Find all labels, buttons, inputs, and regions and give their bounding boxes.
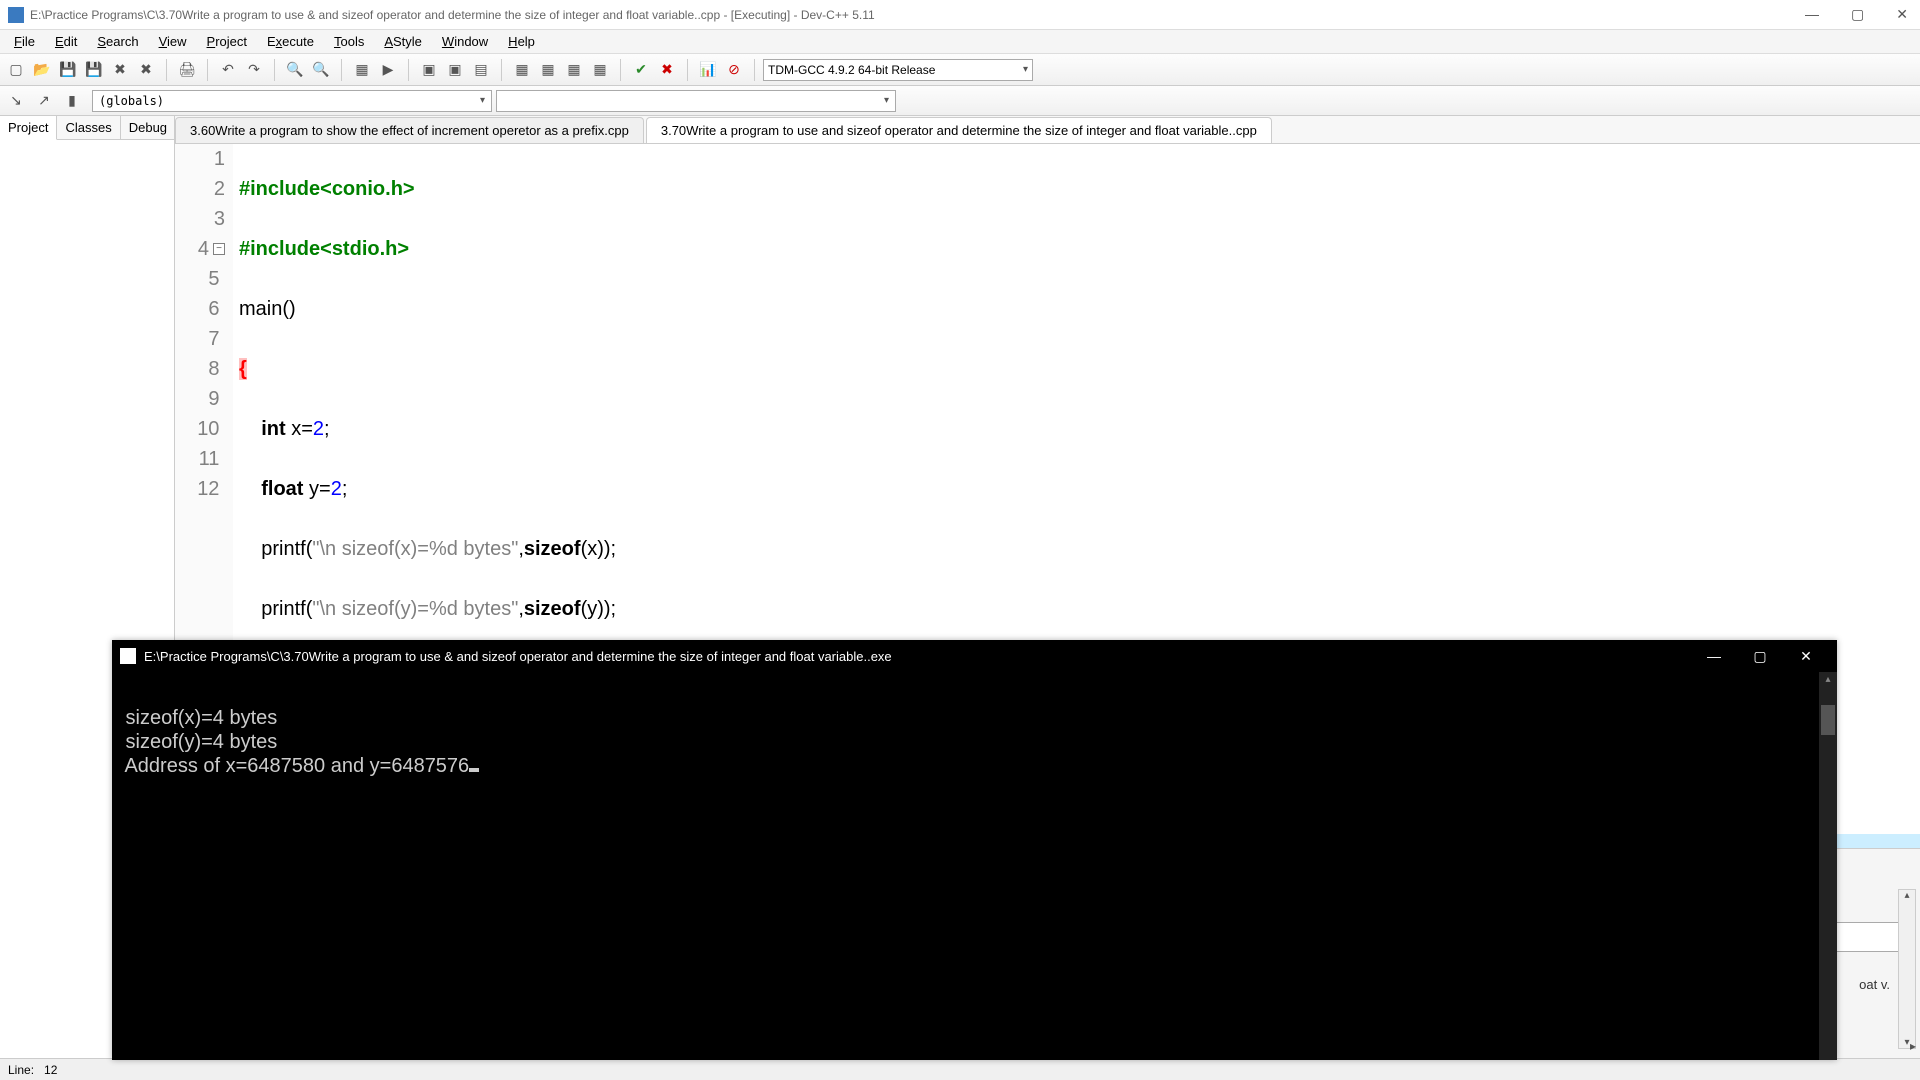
fold-toggle-icon[interactable]: − <box>213 243 225 255</box>
undo-icon[interactable]: ↶ <box>216 58 240 82</box>
run-icon[interactable]: ▶ <box>376 58 400 82</box>
sidebar-tab-classes[interactable]: Classes <box>57 116 120 139</box>
scope-select-value: (globals) <box>99 94 164 108</box>
console-close-button[interactable]: ✕ <box>1783 640 1829 672</box>
console-window-controls: — ▢ ✕ <box>1691 640 1829 672</box>
menu-execute[interactable]: Execute <box>257 32 324 51</box>
console-minimize-button[interactable]: — <box>1691 640 1737 672</box>
console-scrollbar[interactable]: ▴ <box>1819 672 1837 1060</box>
replace-icon[interactable]: 🔍 <box>309 58 333 82</box>
chevron-down-icon: ▾ <box>1023 64 1028 75</box>
menu-help[interactable]: Help <box>498 32 545 51</box>
menu-tools[interactable]: Tools <box>324 32 374 51</box>
delete-profile-icon[interactable]: ⊘ <box>722 58 746 82</box>
profile-icon[interactable]: 📊 <box>696 58 720 82</box>
rebuild-icon[interactable]: ▣ <box>443 58 467 82</box>
debug-icon[interactable]: ▤ <box>469 58 493 82</box>
status-line-label: Line: <box>8 1063 34 1077</box>
horizontal-scrollbar[interactable]: ▸ <box>1886 1038 1916 1054</box>
new-file-icon[interactable]: ▢ <box>4 58 28 82</box>
console-title-bar[interactable]: E:\Practice Programs\C\3.70Write a progr… <box>112 640 1837 672</box>
window-controls: — ▢ ✕ <box>1801 6 1912 23</box>
menu-file[interactable]: File <box>4 32 45 51</box>
app-icon <box>8 7 24 23</box>
scope-select[interactable]: (globals) ▾ <box>92 90 492 112</box>
redo-icon[interactable]: ↷ <box>242 58 266 82</box>
print-icon[interactable]: 🖨 <box>175 58 199 82</box>
grid2-icon[interactable]: ▦ <box>536 58 560 82</box>
maximize-button[interactable]: ▢ <box>1847 6 1868 23</box>
bookmark-icon[interactable]: ▮ <box>60 89 84 113</box>
compile-run-icon[interactable]: ▣ <box>417 58 441 82</box>
menu-edit[interactable]: Edit <box>45 32 87 51</box>
save-icon[interactable]: 💾 <box>56 58 80 82</box>
sidebar-tab-debug[interactable]: Debug <box>121 116 176 139</box>
chevron-down-icon: ▾ <box>480 95 485 106</box>
grid1-icon[interactable]: ▦ <box>510 58 534 82</box>
goto-source-icon[interactable]: ↘ <box>4 89 28 113</box>
open-file-icon[interactable]: 📂 <box>30 58 54 82</box>
sidebar-tab-project[interactable]: Project <box>0 116 57 140</box>
check-icon[interactable]: ✔ <box>629 58 653 82</box>
sidebar-tabs: Project Classes Debug <box>0 116 174 140</box>
console-title: E:\Practice Programs\C\3.70Write a progr… <box>144 649 1691 664</box>
grid4-icon[interactable]: ▦ <box>588 58 612 82</box>
secondary-toolbar: ↘ ↗ ▮ (globals) ▾ ▾ <box>0 86 1920 116</box>
chevron-down-icon: ▾ <box>884 95 889 106</box>
truncated-filename: oat v. <box>1859 977 1890 992</box>
minimize-button[interactable]: — <box>1801 6 1823 23</box>
file-tab-0[interactable]: 3.60Write a program to show the effect o… <box>175 117 644 143</box>
file-tabs: 3.60Write a program to show the effect o… <box>175 116 1920 144</box>
title-bar: E:\Practice Programs\C\3.70Write a progr… <box>0 0 1920 30</box>
console-cursor <box>469 768 479 772</box>
file-tab-1[interactable]: 3.70Write a program to use and sizeof op… <box>646 117 1272 143</box>
find-icon[interactable]: 🔍 <box>283 58 307 82</box>
menu-astyle[interactable]: AStyle <box>374 32 432 51</box>
menu-search[interactable]: Search <box>87 32 148 51</box>
menu-bar: File Edit Search View Project Execute To… <box>0 30 1920 54</box>
status-bar: Line: 12 <box>0 1058 1920 1080</box>
console-icon <box>120 648 136 664</box>
save-all-icon[interactable]: 💾 <box>82 58 106 82</box>
grid3-icon[interactable]: ▦ <box>562 58 586 82</box>
window-title: E:\Practice Programs\C\3.70Write a progr… <box>30 8 1801 22</box>
menu-window[interactable]: Window <box>432 32 498 51</box>
menu-project[interactable]: Project <box>197 32 257 51</box>
console-window: E:\Practice Programs\C\3.70Write a progr… <box>112 640 1837 1060</box>
stop-icon[interactable]: ✖ <box>655 58 679 82</box>
console-output[interactable]: sizeof(x)=4 bytes sizeof(y)=4 bytes Addr… <box>112 672 1837 814</box>
goto-header-icon[interactable]: ↗ <box>32 89 56 113</box>
vertical-scrollbar[interactable]: ▴▾ <box>1898 889 1916 1049</box>
member-select[interactable]: ▾ <box>496 90 896 112</box>
close-file-icon[interactable]: ✖ <box>108 58 132 82</box>
menu-view[interactable]: View <box>149 32 197 51</box>
close-all-icon[interactable]: ✖ <box>134 58 158 82</box>
status-line-value: 12 <box>44 1063 57 1077</box>
console-maximize-button[interactable]: ▢ <box>1737 640 1783 672</box>
compiler-select-value: TDM-GCC 4.9.2 64-bit Release <box>768 63 935 77</box>
close-button[interactable]: ✕ <box>1892 6 1912 23</box>
compiler-select[interactable]: TDM-GCC 4.9.2 64-bit Release ▾ <box>763 59 1033 81</box>
compile-icon[interactable]: ▦ <box>350 58 374 82</box>
main-toolbar: ▢ 📂 💾 💾 ✖ ✖ 🖨 ↶ ↷ 🔍 🔍 ▦ ▶ ▣ ▣ ▤ ▦ ▦ ▦ ▦ … <box>0 54 1920 86</box>
